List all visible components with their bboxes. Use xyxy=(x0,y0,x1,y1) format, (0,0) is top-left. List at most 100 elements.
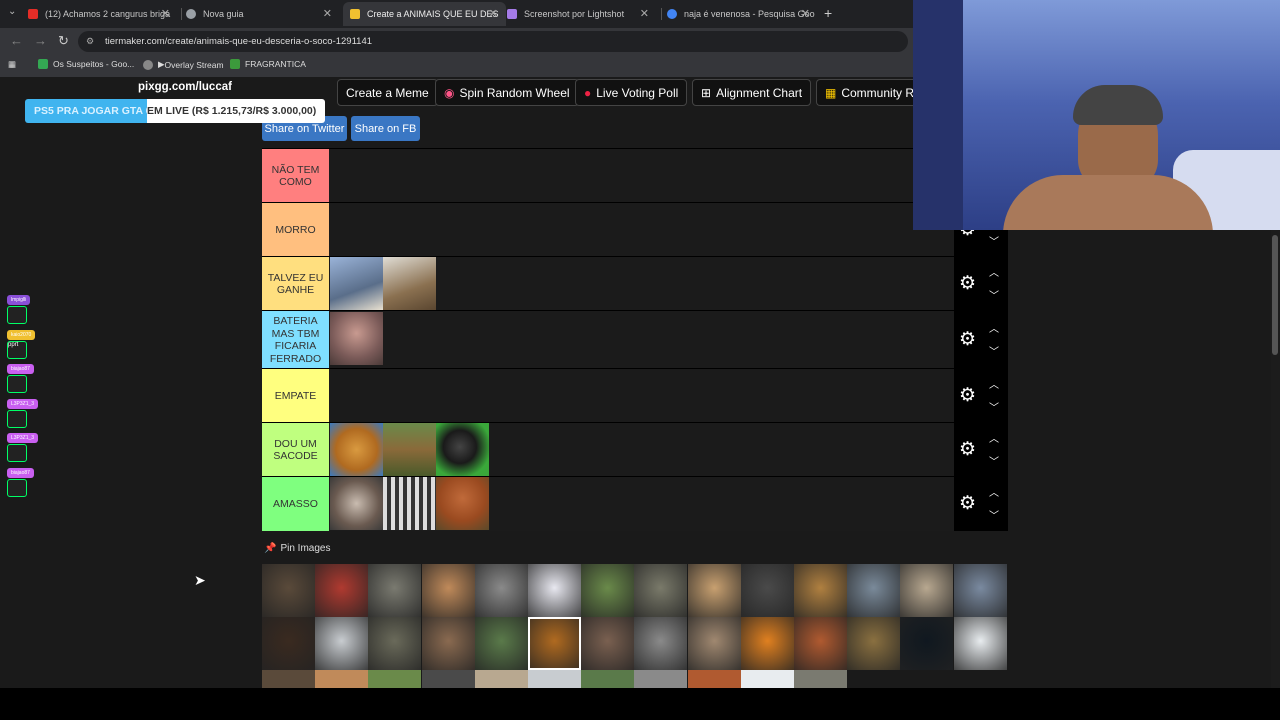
gear-icon[interactable]: ⚙ xyxy=(959,438,976,461)
pool-image-rottweiler[interactable] xyxy=(262,617,315,670)
create-meme-button[interactable]: Create a Meme xyxy=(337,79,438,106)
pool-image-partial[interactable] xyxy=(368,670,422,688)
tier-item-ostrich[interactable] xyxy=(330,477,383,530)
pool-image-swan[interactable] xyxy=(953,617,1007,670)
chevron-up-icon[interactable]: ︿ xyxy=(989,484,999,499)
tier-item-snake[interactable] xyxy=(436,423,489,476)
chevron-down-icon[interactable]: ﹀ xyxy=(989,233,999,248)
chevron-up-icon[interactable]: ︿ xyxy=(989,320,999,335)
forward-icon[interactable]: → xyxy=(34,33,47,48)
close-tab-icon[interactable]: ✕ xyxy=(161,7,170,20)
pool-image-partial[interactable] xyxy=(421,670,475,688)
tier-item-deer[interactable] xyxy=(383,423,436,476)
pool-image-lion[interactable] xyxy=(528,617,581,670)
tab-search-icon[interactable]: ⌄ xyxy=(8,6,16,17)
bookmark-suspeitos[interactable]: Os Suspeitos - Goo... xyxy=(38,59,134,69)
pool-image-jaguar[interactable] xyxy=(847,617,901,670)
pool-image-meerkat[interactable] xyxy=(687,617,741,670)
chevron-up-icon[interactable]: ︿ xyxy=(989,264,999,279)
pool-image-partial[interactable] xyxy=(528,670,581,688)
tab-new[interactable]: Nova guia ✕ xyxy=(186,2,340,26)
tab-lightshot[interactable]: Screenshot por Lightshot ✕ xyxy=(507,2,657,26)
pool-image-partial[interactable] xyxy=(740,670,794,688)
tab-tiermaker[interactable]: Create a ANIMAIS QUE EU DES ✕ xyxy=(343,2,506,26)
pool-image-giraffe[interactable] xyxy=(687,564,741,617)
pool-image-partial[interactable] xyxy=(581,670,635,688)
pin-images-toggle[interactable]: 📌 Pin Images xyxy=(264,543,330,554)
chevron-up-icon[interactable]: ︿ xyxy=(989,430,999,445)
pool-image-hyena[interactable] xyxy=(900,564,954,617)
tier-label[interactable]: MORRO xyxy=(262,203,329,257)
pool-image-gorilla[interactable] xyxy=(740,564,794,617)
tier-label[interactable]: TALVEZ EU GANHE xyxy=(262,257,329,311)
spin-wheel-button[interactable]: ◉ Spin Random Wheel xyxy=(435,79,579,106)
tier-item-orangutan[interactable] xyxy=(330,423,383,476)
pool-image-crocodile[interactable] xyxy=(474,617,528,670)
pool-image-partial[interactable] xyxy=(315,670,369,688)
pool-image-orangutan[interactable] xyxy=(794,617,847,670)
pool-image-husky[interactable] xyxy=(315,617,369,670)
new-tab-icon[interactable]: + xyxy=(824,5,832,21)
pool-image-goose[interactable] xyxy=(528,564,581,617)
pool-image-elephant[interactable] xyxy=(368,564,422,617)
site-info-icon[interactable]: ⚙ xyxy=(86,31,94,52)
bookmark-overlay[interactable]: ▶ Overlay Stream xyxy=(143,59,224,70)
tier-item-eagle[interactable] xyxy=(330,257,383,310)
pool-image-seal[interactable] xyxy=(474,564,528,617)
pool-image-hippo[interactable] xyxy=(953,564,1007,617)
chevron-down-icon[interactable]: ﹀ xyxy=(989,343,999,358)
pool-image-partial[interactable] xyxy=(794,670,847,688)
gear-icon[interactable]: ⚙ xyxy=(959,492,976,515)
chevron-down-icon[interactable]: ﹀ xyxy=(989,507,999,522)
tab-youtube[interactable]: (12) Achamos 2 cangurus briga ✕ xyxy=(28,2,178,26)
pool-image-caracal[interactable] xyxy=(421,564,475,617)
tier-label[interactable]: AMASSO xyxy=(262,477,329,531)
pool-image-kangaroo[interactable] xyxy=(581,617,635,670)
pool-image-partial[interactable] xyxy=(687,670,741,688)
tier-item-zebra[interactable] xyxy=(383,477,436,530)
apps-icon[interactable]: ▦ xyxy=(8,59,16,70)
pool-image-partial[interactable] xyxy=(474,670,528,688)
live-poll-button[interactable]: ● Live Voting Poll xyxy=(575,79,688,106)
close-tab-icon[interactable]: ✕ xyxy=(640,7,649,20)
gear-icon[interactable]: ⚙ xyxy=(959,384,976,407)
pool-image-raccoon[interactable] xyxy=(634,564,688,617)
gear-icon[interactable]: ⚙ xyxy=(959,272,976,295)
tab-google[interactable]: naja é venenosa - Pesquisa Goo ✕ xyxy=(667,2,818,26)
share-fb-button[interactable]: Share on FB xyxy=(351,116,420,141)
pool-image-black-panther[interactable] xyxy=(900,617,954,670)
tier-item-chimpanzee[interactable] xyxy=(330,312,383,365)
chrome-favicon-icon xyxy=(186,9,196,19)
scrollbar-thumb[interactable] xyxy=(1272,235,1278,355)
tier-item-moose[interactable] xyxy=(383,257,436,310)
reload-icon[interactable]: ↻ xyxy=(58,33,69,49)
chevron-down-icon[interactable]: ﹀ xyxy=(989,287,999,302)
tier-label[interactable]: NÃO TEM COMO xyxy=(262,149,329,203)
pool-image-leopard[interactable] xyxy=(794,564,847,617)
close-tab-icon[interactable]: ✕ xyxy=(801,7,810,20)
close-tab-icon[interactable]: ✕ xyxy=(489,7,498,20)
tier-label[interactable]: DOU UM SACODE xyxy=(262,423,329,477)
pool-image-wolf[interactable] xyxy=(634,617,688,670)
pool-image-buffalo[interactable] xyxy=(315,564,369,617)
close-tab-icon[interactable]: ✕ xyxy=(323,7,332,20)
pool-image-beaver[interactable] xyxy=(421,617,475,670)
tier-item-termite-mound[interactable] xyxy=(436,477,489,530)
gear-icon[interactable]: ⚙ xyxy=(959,328,976,351)
chevron-up-icon[interactable]: ︿ xyxy=(989,376,999,391)
chevron-down-icon[interactable]: ﹀ xyxy=(989,453,999,468)
pool-image-harpy-eagle[interactable] xyxy=(847,564,901,617)
pool-image-partial[interactable] xyxy=(262,670,315,688)
pool-image-bison[interactable] xyxy=(262,564,315,617)
back-icon[interactable]: ← xyxy=(10,33,23,48)
tier-label[interactable]: EMPATE xyxy=(262,369,329,423)
pool-image-tamarin[interactable] xyxy=(740,617,794,670)
chevron-down-icon[interactable]: ﹀ xyxy=(989,399,999,414)
bookmark-fragrantica[interactable]: FRAGRANTICA xyxy=(230,59,306,69)
pool-image-cheetah-cub[interactable] xyxy=(581,564,635,617)
url-field[interactable]: ⚙ tiermaker.com/create/animais-que-eu-de… xyxy=(78,31,908,52)
tier-label[interactable]: BATERIA MAS TBM FICARIA FERRADO xyxy=(262,311,329,369)
alignment-chart-button[interactable]: ⊞ Alignment Chart xyxy=(692,79,812,106)
pool-image-partial[interactable] xyxy=(634,670,688,688)
pool-image-warthog[interactable] xyxy=(368,617,422,670)
